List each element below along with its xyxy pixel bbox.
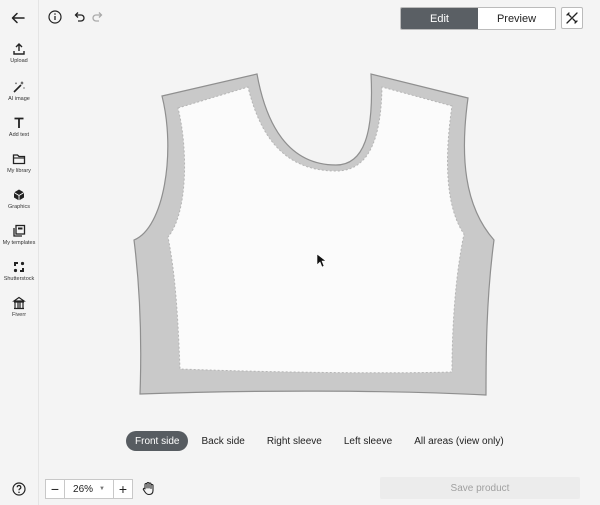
tools-button[interactable] bbox=[561, 7, 583, 29]
mode-toggle: Edit Preview bbox=[400, 7, 556, 30]
save-product-button[interactable]: Save product bbox=[380, 477, 580, 499]
top-toolbar: Edit Preview bbox=[0, 0, 600, 38]
sidebar-item-fiverr[interactable]: Fiverr bbox=[0, 296, 38, 318]
zoom-in-button[interactable]: + bbox=[114, 480, 132, 498]
sidebar-item-my-library[interactable]: My library bbox=[0, 152, 38, 174]
sidebar-item-label: My templates bbox=[2, 240, 36, 246]
tab-back-side[interactable]: Back side bbox=[192, 431, 253, 451]
tab-right-sleeve[interactable]: Right sleeve bbox=[258, 431, 331, 451]
bottom-toolbar: − 26% ▼ + Save product bbox=[0, 472, 600, 505]
sidebar-item-label: My library bbox=[7, 168, 31, 174]
left-sidebar: Upload AI image Add text My library Grap… bbox=[0, 38, 38, 338]
sidebar-item-label: Fiverr bbox=[11, 312, 27, 318]
preview-mode-button[interactable]: Preview bbox=[478, 8, 555, 29]
undo-icon[interactable] bbox=[71, 9, 87, 25]
folder-icon bbox=[12, 154, 26, 165]
fiverr-icon bbox=[12, 296, 26, 310]
sidebar-item-label: AI image bbox=[8, 96, 30, 102]
help-icon[interactable] bbox=[11, 481, 26, 496]
text-icon bbox=[14, 117, 24, 128]
tab-front-side[interactable]: Front side bbox=[126, 431, 189, 451]
chevron-down-icon: ▼ bbox=[99, 486, 105, 492]
sidebar-item-label: Upload bbox=[10, 58, 28, 64]
shapes-icon bbox=[13, 189, 25, 201]
templates-icon bbox=[13, 224, 26, 237]
zoom-level-select[interactable]: 26% ▼ bbox=[64, 480, 114, 498]
zoom-out-button[interactable]: − bbox=[46, 480, 64, 498]
sidebar-item-add-text[interactable]: Add text bbox=[0, 116, 38, 138]
sidebar-item-my-templates[interactable]: My templates bbox=[0, 224, 38, 246]
sidebar-item-upload[interactable]: Upload bbox=[0, 42, 38, 64]
sidebar-item-shutterstock[interactable]: Shutterstock bbox=[0, 260, 38, 282]
zoom-level-value: 26% bbox=[73, 483, 94, 495]
tab-all-areas[interactable]: All areas (view only) bbox=[405, 431, 512, 451]
back-arrow-icon[interactable] bbox=[6, 6, 30, 30]
redo-icon[interactable] bbox=[90, 9, 106, 25]
edit-mode-button[interactable]: Edit bbox=[401, 8, 478, 29]
upload-icon bbox=[13, 43, 25, 55]
print-area bbox=[167, 86, 465, 374]
ruler-pencil-icon bbox=[566, 12, 578, 24]
hand-pan-icon[interactable] bbox=[140, 480, 156, 496]
sidebar-item-ai-image[interactable]: AI image bbox=[0, 80, 38, 102]
sidebar-item-label: Add text bbox=[8, 132, 30, 138]
sidebar-item-graphics[interactable]: Graphics bbox=[0, 188, 38, 210]
info-icon[interactable] bbox=[46, 8, 64, 26]
side-selector: Front side Back side Right sleeve Left s… bbox=[126, 431, 517, 451]
sidebar-item-label: Graphics bbox=[7, 204, 30, 210]
sidebar-item-label: Shutterstock bbox=[3, 276, 35, 282]
tab-left-sleeve[interactable]: Left sleeve bbox=[335, 431, 401, 451]
design-canvas[interactable] bbox=[38, 38, 600, 468]
zoom-control: − 26% ▼ + bbox=[45, 479, 133, 499]
shutterstock-icon bbox=[13, 261, 25, 273]
magic-wand-icon bbox=[13, 81, 25, 93]
